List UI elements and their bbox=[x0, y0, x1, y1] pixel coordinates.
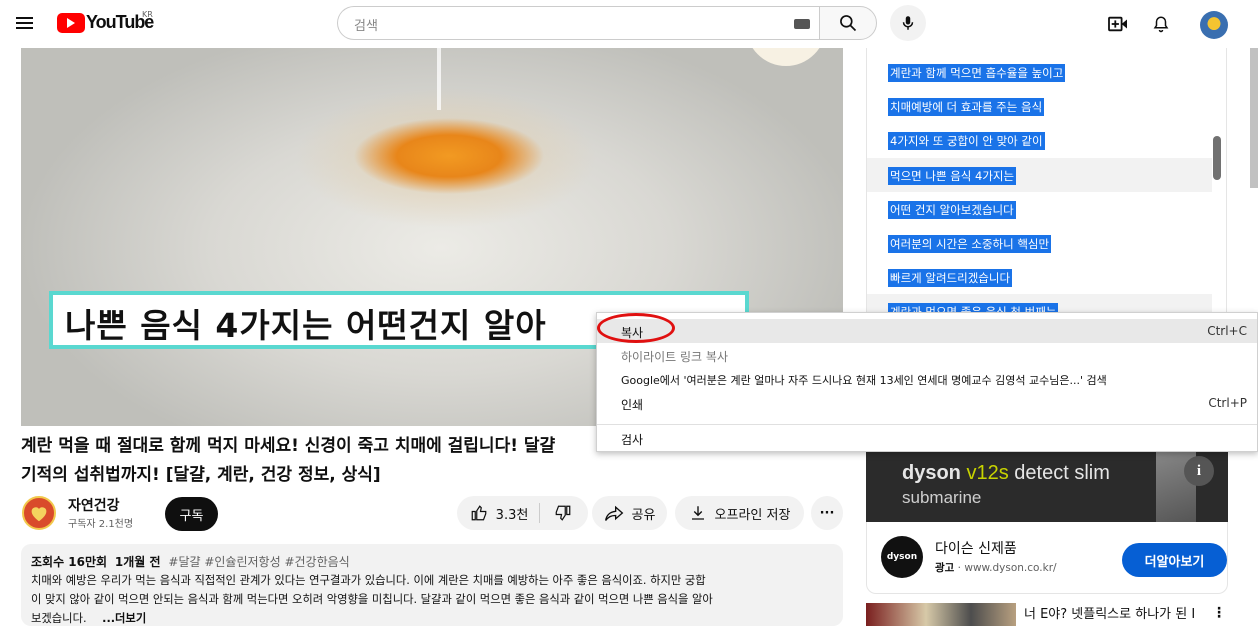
ad-banner-headline: dyson v12s detect slim bbox=[902, 462, 1110, 485]
channel-avatar[interactable] bbox=[22, 496, 56, 530]
transcript-line[interactable]: 여러분의 시간은 소중하니 핵심만 bbox=[867, 226, 1212, 260]
account-avatar[interactable] bbox=[1200, 11, 1228, 39]
annotation-circle bbox=[597, 313, 675, 343]
youtube-logo-icon[interactable] bbox=[57, 13, 85, 33]
menu-icon[interactable] bbox=[16, 14, 36, 34]
transcript-line[interactable]: 4가지와 또 궁합이 안 맞아 같이 bbox=[867, 123, 1212, 157]
thumbs-up-icon bbox=[471, 505, 487, 521]
keyboard-icon[interactable] bbox=[794, 19, 810, 29]
description-line-1: 치매와 예방은 우리가 먹는 음식과 직접적인 관계가 있다는 연구결과가 있습… bbox=[31, 574, 706, 587]
notifications-bell-icon[interactable] bbox=[1150, 13, 1172, 35]
highlight-link-label: 하이라이트 링크 복사 bbox=[621, 350, 728, 364]
transcript-panel: 계란과 함께 먹으면 흡수율을 높이고 치매예방에 더 효과를 주는 음식 4가… bbox=[866, 48, 1227, 316]
menu-item-print[interactable]: 인쇄 Ctrl+P bbox=[597, 391, 1257, 415]
transcript-line[interactable]: 계란과 함께 먹으면 흡수율을 높이고 bbox=[867, 55, 1212, 89]
share-button[interactable]: 공유 bbox=[592, 496, 667, 530]
copy-shortcut: Ctrl+C bbox=[1207, 324, 1247, 338]
search-placeholder: 검색 bbox=[354, 19, 378, 34]
download-icon bbox=[691, 506, 704, 520]
page-scrollbar[interactable] bbox=[1250, 48, 1258, 188]
show-more-link[interactable]: ...더보기 bbox=[102, 612, 146, 625]
info-icon[interactable]: i bbox=[1184, 456, 1214, 486]
video-title-line-1: 계란 먹을 때 절대로 함께 먹지 마세요! 신경이 죽고 치매에 걸립니다! … bbox=[21, 436, 556, 456]
print-label: 인쇄 bbox=[621, 398, 644, 412]
thumbs-down-icon bbox=[555, 505, 571, 521]
description-tail: 보겠습니다. bbox=[31, 612, 87, 625]
dislike-button[interactable] bbox=[543, 499, 583, 527]
ad-banner-text: detect slim bbox=[1014, 462, 1110, 484]
transcript-line-active[interactable]: 먹으면 나쁜 음식 4가지는 bbox=[867, 158, 1212, 192]
description-line-2: 이 맞지 않아 같이 먹으면 안되는 음식과 함께 먹는다면 오히려 악영향을 … bbox=[31, 593, 713, 606]
menu-item-inspect[interactable]: 검사 bbox=[597, 426, 1257, 450]
share-label: 공유 bbox=[631, 507, 656, 523]
description-meta: 조회수 16만회 1개월 전 #달걀 #인슐린저항성 #건강한음식 bbox=[31, 553, 350, 572]
advertiser-logo: dyson bbox=[881, 536, 923, 578]
more-horiz-icon: ··· bbox=[819, 505, 835, 521]
search-icon bbox=[840, 15, 857, 32]
context-menu: 복사 Ctrl+C 하이라이트 링크 복사 Google에서 '여러분은 계란 … bbox=[596, 312, 1258, 452]
heart-logo-icon bbox=[31, 507, 47, 522]
transcript-line[interactable]: 치매예방에 더 효과를 주는 음식 bbox=[867, 89, 1212, 123]
google-search-label: Google에서 '여러분은 계란 얼마나 자주 드시나요 현재 13세인 연세… bbox=[621, 374, 1107, 387]
microphone-icon bbox=[902, 16, 914, 30]
video-title-line-2: 기적의 섭취법까지! [달걀, 계란, 건강 정보, 상식] bbox=[21, 465, 381, 485]
ad-banner[interactable]: dyson v12s detect slim submarine i bbox=[866, 450, 1228, 522]
next-video-menu-icon[interactable]: ⋮ bbox=[1212, 605, 1226, 621]
hashtags[interactable]: #달걀 #인슐린저항성 #건강한음식 bbox=[168, 555, 349, 569]
like-button[interactable]: 3.3천 bbox=[460, 499, 538, 527]
video-corner-graphic bbox=[746, 48, 826, 66]
create-video-icon[interactable] bbox=[1106, 13, 1130, 35]
share-icon bbox=[604, 505, 623, 521]
download-button[interactable]: 오프라인 저장 bbox=[675, 496, 804, 530]
menu-item-copy[interactable]: 복사 Ctrl+C bbox=[597, 319, 1257, 343]
egg-drip bbox=[437, 48, 441, 110]
subscriber-count: 구독자 2.1천명 bbox=[68, 519, 134, 530]
menu-item-copy-highlight-link[interactable]: 하이라이트 링크 복사 bbox=[597, 343, 1257, 367]
top-bar: YouTube KR 검색 bbox=[0, 0, 1258, 48]
more-actions-button[interactable]: ··· bbox=[811, 496, 843, 530]
transcript-line[interactable]: 빠르게 알려드리겠습니다 bbox=[867, 260, 1212, 294]
like-divider bbox=[539, 503, 540, 523]
ad-meta: 광고 · www.dyson.co.kr/ bbox=[935, 560, 1057, 575]
subscribe-button[interactable]: 구독 bbox=[165, 497, 218, 531]
transcript-scrollbar-thumb[interactable] bbox=[1213, 136, 1221, 180]
learn-more-button[interactable]: 더알아보기 bbox=[1122, 543, 1227, 577]
search-input[interactable]: 검색 bbox=[337, 6, 819, 40]
description-line-3: 보겠습니다. ...더보기 bbox=[31, 609, 146, 628]
ad-title: 다이슨 신제품 bbox=[935, 541, 1017, 557]
print-shortcut: Ctrl+P bbox=[1208, 396, 1247, 410]
inspect-label: 검사 bbox=[621, 433, 644, 447]
like-count: 3.3천 bbox=[495, 507, 529, 523]
transcript-line[interactable]: 어떤 건지 알아보겠습니다 bbox=[867, 192, 1212, 226]
region-code: KR bbox=[142, 10, 153, 19]
ad-card[interactable]: dyson 다이슨 신제품 광고 · www.dyson.co.kr/ 더알아보… bbox=[866, 522, 1228, 594]
menu-divider bbox=[597, 424, 1257, 425]
description-box[interactable]: 조회수 16만회 1개월 전 #달걀 #인슐린저항성 #건강한음식 치매와 예방… bbox=[21, 544, 843, 626]
ad-banner-brand: dyson bbox=[902, 462, 961, 484]
ad-banner-sub: submarine bbox=[902, 488, 982, 507]
download-label: 오프라인 저장 bbox=[714, 507, 791, 523]
channel-name[interactable]: 자연건강 bbox=[68, 495, 120, 515]
menu-item-google-search[interactable]: Google에서 '여러분은 계란 얼마나 자주 드시나요 현재 13세인 연세… bbox=[597, 367, 1257, 391]
ad-banner-model: v12s bbox=[966, 462, 1009, 484]
ad-label: 광고 bbox=[935, 562, 955, 574]
ad-domain: www.dyson.co.kr/ bbox=[964, 562, 1057, 574]
next-video-title[interactable]: 너 E야? 넷플릭스로 하나가 된 I bbox=[1024, 603, 1195, 622]
view-count: 조회수 16만회 bbox=[31, 555, 108, 569]
search-button[interactable] bbox=[819, 6, 877, 40]
next-video-thumbnail[interactable] bbox=[866, 603, 1016, 626]
video-caption-text: 나쁜 음식 4가지는 어떤건지 알아 bbox=[65, 306, 547, 345]
upload-age: 1개월 전 bbox=[114, 555, 161, 569]
voice-search-button[interactable] bbox=[890, 5, 926, 41]
